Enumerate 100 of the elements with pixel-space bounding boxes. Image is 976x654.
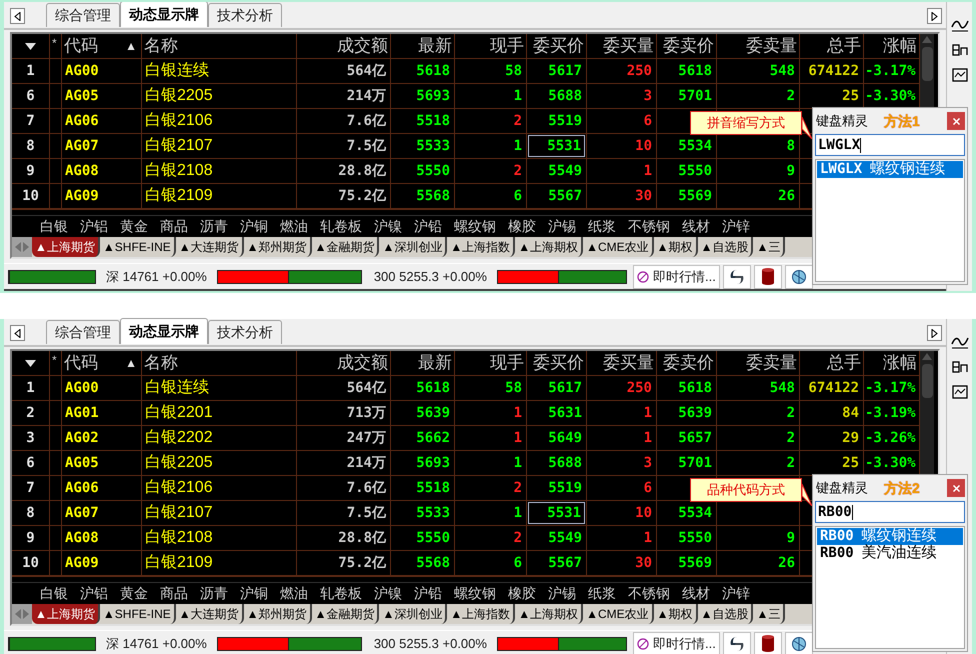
scroll-right-button[interactable] <box>927 8 942 24</box>
column-header[interactable]: * <box>52 34 57 52</box>
column-header[interactable]: 最新 <box>418 350 452 376</box>
category-item[interactable]: 沪铅 <box>414 583 442 604</box>
category-item[interactable]: 白银 <box>40 216 68 237</box>
category-item[interactable]: 橡胶 <box>508 583 536 604</box>
column-header[interactable]: 成交额 <box>337 350 388 376</box>
category-item[interactable]: 燃油 <box>280 216 308 237</box>
category-item[interactable]: 白银 <box>40 583 68 604</box>
category-item[interactable]: 商品 <box>160 583 188 604</box>
dropdown-caret-icon[interactable] <box>25 360 36 366</box>
category-item[interactable]: 线材 <box>682 216 710 237</box>
column-header[interactable]: 名称 <box>144 33 178 59</box>
column-header[interactable]: 委买价 <box>533 33 584 59</box>
category-item[interactable]: 纸浆 <box>588 583 616 604</box>
toolbar-button[interactable] <box>722 632 751 654</box>
category-item[interactable]: 不锈钢 <box>628 216 670 237</box>
bar-chart-icon[interactable] <box>952 44 968 56</box>
close-button[interactable] <box>947 112 965 130</box>
category-item[interactable]: 沪铜 <box>240 583 268 604</box>
toolbar-button[interactable] <box>784 264 813 288</box>
view-tab[interactable]: 动态显示牌 <box>120 318 208 344</box>
scroll-thumb[interactable] <box>922 364 932 398</box>
category-item[interactable]: 橡胶 <box>508 216 536 237</box>
category-item[interactable]: 螺纹钢 <box>454 216 496 237</box>
toolbar-button[interactable] <box>754 264 782 288</box>
code-input-field[interactable]: LWGLX <box>815 134 965 156</box>
category-item[interactable]: 沪铝 <box>80 583 108 604</box>
line-chart-icon[interactable] <box>950 335 968 349</box>
category-item[interactable]: 沪镍 <box>374 583 402 604</box>
category-item[interactable]: 线材 <box>682 583 710 604</box>
category-item[interactable]: 沥青 <box>200 216 228 237</box>
category-item[interactable]: 沥青 <box>200 583 228 604</box>
column-header[interactable]: 涨幅 <box>883 350 917 376</box>
column-header[interactable]: 委买价 <box>533 350 584 376</box>
table-cell-text: AG01 <box>65 404 99 422</box>
category-item[interactable]: 沪锌 <box>722 583 750 604</box>
framed-chart-icon[interactable] <box>952 68 968 82</box>
code-input-field[interactable]: RB00 <box>815 501 965 523</box>
column-header[interactable]: 委买量 <box>603 33 654 59</box>
framed-chart-icon[interactable] <box>952 385 968 399</box>
table-cell-text: 5639 <box>416 404 450 422</box>
result-item[interactable]: RB00 螺纹钢连续 <box>817 528 963 545</box>
scroll-left-button[interactable] <box>10 325 25 341</box>
close-button[interactable] <box>947 479 965 497</box>
realtime-quote-button[interactable]: 即时行情... <box>632 632 720 654</box>
category-item[interactable]: 螺纹钢 <box>454 583 496 604</box>
bar-chart-icon[interactable] <box>952 361 968 373</box>
category-item[interactable]: 轧卷板 <box>320 216 362 237</box>
column-header[interactable]: 成交额 <box>337 33 388 59</box>
line-chart-icon[interactable] <box>950 18 968 32</box>
category-item[interactable]: 纸浆 <box>588 216 616 237</box>
dropdown-caret-icon[interactable] <box>25 42 36 50</box>
category-item[interactable]: 黄金 <box>120 583 148 604</box>
category-item[interactable]: 商品 <box>160 216 188 237</box>
category-item[interactable]: 沪锡 <box>548 583 576 604</box>
category-item[interactable]: 黄金 <box>120 216 148 237</box>
column-header[interactable]: 委卖量 <box>746 350 797 376</box>
column-header[interactable]: 委卖价 <box>663 33 714 59</box>
result-item[interactable]: RB00 美汽油连续 <box>817 545 963 562</box>
category-item[interactable]: 沪锡 <box>548 216 576 237</box>
category-item[interactable]: 沪铜 <box>240 216 268 237</box>
view-tab[interactable]: 技术分析 <box>208 320 282 344</box>
column-header[interactable]: 委卖量 <box>746 33 797 59</box>
column-header[interactable]: 委卖价 <box>663 350 714 376</box>
view-tab[interactable]: 综合管理 <box>46 320 120 344</box>
column-header[interactable]: 总手 <box>827 33 861 59</box>
column-header[interactable]: 代码 <box>64 350 98 376</box>
column-header[interactable]: 现手 <box>490 33 524 59</box>
realtime-quote-button[interactable]: 即时行情... <box>632 264 720 288</box>
view-tab[interactable]: 技术分析 <box>208 3 282 27</box>
column-header[interactable]: * <box>52 351 57 369</box>
selected-cell[interactable]: 5531 <box>528 502 585 524</box>
column-header[interactable]: 委买量 <box>603 350 654 376</box>
exchange-tab[interactable]: ▲上海期货 <box>32 237 100 257</box>
column-header[interactable]: 现手 <box>490 350 524 376</box>
view-tab[interactable]: 综合管理 <box>46 3 120 27</box>
column-header[interactable]: 代码 <box>64 33 98 59</box>
category-item[interactable]: 不锈钢 <box>628 583 670 604</box>
table-cell-text: 2 <box>786 404 795 422</box>
category-item[interactable]: 轧卷板 <box>320 583 362 604</box>
scroll-thumb[interactable] <box>922 47 932 81</box>
category-item[interactable]: 沪铅 <box>414 216 442 237</box>
scroll-right-button[interactable] <box>927 325 942 341</box>
category-item[interactable]: 沪铝 <box>80 216 108 237</box>
scroll-left-button[interactable] <box>10 8 25 24</box>
toolbar-button[interactable] <box>754 632 782 654</box>
column-header[interactable]: 涨幅 <box>883 33 917 59</box>
column-header[interactable]: 最新 <box>418 33 452 59</box>
category-item[interactable]: 燃油 <box>280 583 308 604</box>
view-tab[interactable]: 动态显示牌 <box>120 2 208 27</box>
column-header[interactable]: 总手 <box>827 350 861 376</box>
selected-cell[interactable]: 5531 <box>528 135 585 157</box>
category-item[interactable]: 沪锌 <box>722 216 750 237</box>
column-header[interactable]: 名称 <box>144 350 178 376</box>
result-item[interactable]: LWGLX 螺纹钢连续 <box>817 161 963 178</box>
toolbar-button[interactable] <box>722 264 751 288</box>
toolbar-button[interactable] <box>784 632 813 654</box>
exchange-tab[interactable]: ▲上海期货 <box>32 604 100 624</box>
category-item[interactable]: 沪镍 <box>374 216 402 237</box>
